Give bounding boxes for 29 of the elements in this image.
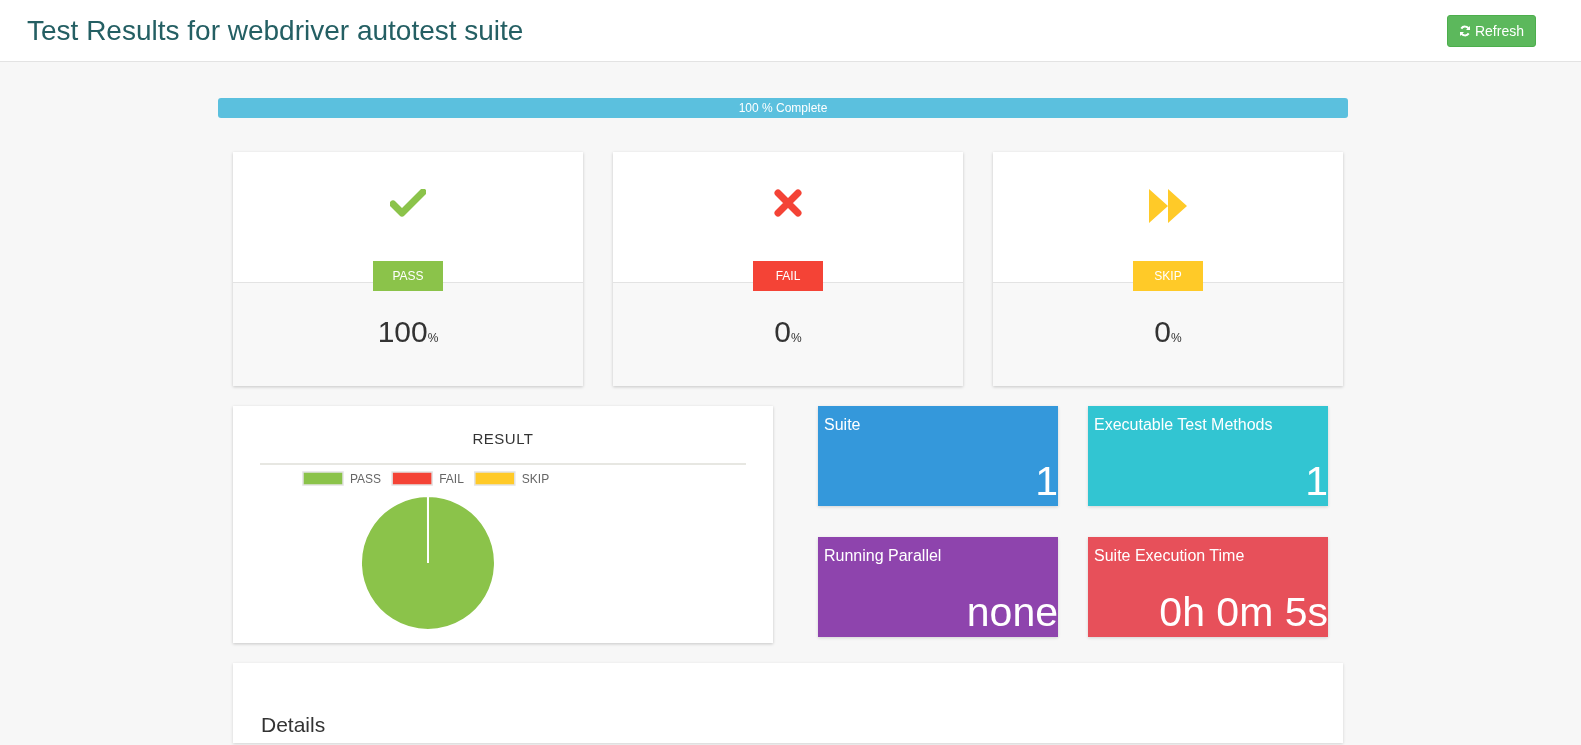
page-title: Test Results for webdriver autotest suite [27, 13, 524, 48]
status-label: SKIP [1133, 261, 1203, 291]
refresh-button[interactable]: Refresh [1446, 14, 1536, 47]
progress-fill: 100 % Complete [218, 98, 1348, 118]
legend-label: FAIL [439, 471, 464, 486]
refresh-icon [1458, 24, 1471, 37]
percentage: 0% [774, 317, 802, 350]
tile-value: 1 [1304, 461, 1328, 506]
legend-swatch [474, 470, 516, 486]
tile-value: 0h 0m 5s [1158, 592, 1328, 637]
tile-title: Executable Test Methods [1093, 415, 1274, 435]
legend-swatch [391, 470, 433, 486]
tile-title: Suite Execution Time [1093, 546, 1246, 566]
tile-title: Suite [823, 415, 862, 435]
legend-label: PASS [350, 471, 382, 486]
status-label: PASS [373, 261, 443, 291]
chart-title: RESULT [260, 428, 746, 465]
section-title: Details [261, 712, 327, 738]
tile-value: 1 [1034, 461, 1058, 506]
percentage: 100% [377, 317, 439, 350]
legend-swatch [302, 470, 344, 486]
legend-label: SKIP [521, 471, 550, 486]
tile-value: none [965, 592, 1058, 637]
fast-forward-icon [1149, 189, 1187, 223]
tile-title: Running Parallel [823, 546, 943, 566]
percentage: 0% [1154, 317, 1182, 350]
status-label: FAIL [753, 261, 823, 291]
check-icon [390, 189, 426, 217]
cross-icon [774, 189, 802, 217]
